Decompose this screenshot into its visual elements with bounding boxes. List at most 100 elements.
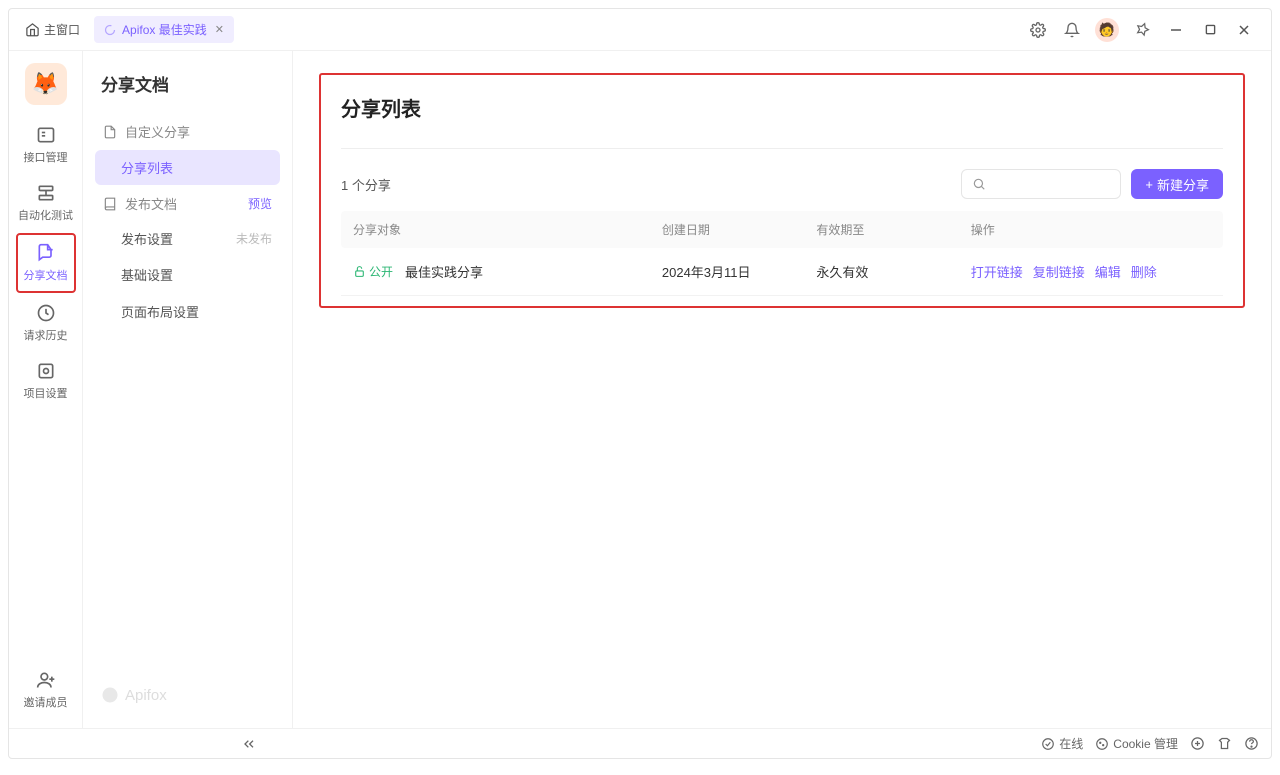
rail-label: 请求历史 [24,327,68,343]
sidebar-item-basic-settings[interactable]: 基础设置 [95,257,280,292]
project-logo[interactable]: 🦊 [25,63,67,105]
share-table: 分享对象 创建日期 有效期至 操作 公开 [341,211,1223,296]
th-operations: 操作 [971,221,1211,238]
rail-invite-members[interactable]: 邀请成员 [16,662,76,718]
cookie-icon [1095,737,1109,751]
preview-link[interactable]: 预览 [248,195,272,212]
project-settings-icon [36,361,56,381]
share-name: 最佳实践分享 [405,262,483,281]
minimize-button[interactable] [1165,19,1187,41]
main-content: 分享列表 1 个分享 + 新建分享 [293,51,1271,728]
help-icon[interactable] [1244,736,1259,751]
sidebar-item-share-list[interactable]: 分享列表 [95,150,280,185]
shirt-icon[interactable] [1217,736,1232,751]
book-icon [103,197,117,211]
titlebar-left: 主窗口 Apifox 最佳实践 ✕ [17,16,234,43]
home-label: 主窗口 [44,21,80,38]
api-icon [36,125,56,145]
left-rail: 🦊 接口管理 自动化测试 分享文档 [9,51,83,728]
toolbar-actions: + 新建分享 [961,169,1223,199]
statusbar-left [241,736,257,752]
invite-icon [36,670,56,690]
history-icon [36,303,56,323]
status-cookie-mgmt[interactable]: Cookie 管理 [1095,735,1178,752]
share-docs-icon [36,243,56,263]
titlebar-right: 🧑 [1027,18,1263,42]
tab-apifox-best-practice[interactable]: Apifox 最佳实践 ✕ [94,16,234,43]
sidebar-group-publish-docs[interactable]: 发布文档 预览 [95,186,280,221]
collapse-icon[interactable] [241,736,257,752]
new-share-button[interactable]: + 新建分享 [1131,169,1223,199]
online-label: 在线 [1059,735,1083,752]
maximize-button[interactable] [1199,19,1221,41]
brand-footer: Apifox [95,678,280,712]
group-label: 自定义分享 [125,122,190,141]
rail-api-management[interactable]: 接口管理 [16,117,76,173]
search-input[interactable] [961,169,1121,199]
sidebar-item-page-layout[interactable]: 页面布局设置 [95,294,280,329]
cell-operations: 打开链接 复制链接 编辑 删除 [971,262,1211,281]
table-header: 分享对象 创建日期 有效期至 操作 [341,211,1223,248]
tab-close-icon[interactable]: ✕ [213,23,226,36]
sidebar-title: 分享文档 [95,67,280,114]
check-icon [1041,737,1055,751]
open-link-button[interactable]: 打开链接 [971,262,1023,281]
brand-icon [101,686,119,704]
tab-label: Apifox 最佳实践 [122,21,207,38]
new-btn-label: 新建分享 [1157,175,1209,194]
th-target: 分享对象 [353,221,662,238]
brand-label: Apifox [125,687,167,704]
add-icon[interactable] [1190,736,1205,751]
search-icon [972,177,986,191]
table-row: 公开 最佳实践分享 2024年3月11日 永久有效 打开链接 复制链接 编辑 删… [341,248,1223,296]
status-online[interactable]: 在线 [1041,735,1083,752]
statusbar: 在线 Cookie 管理 [9,728,1271,758]
pin-icon[interactable] [1131,19,1153,41]
edit-button[interactable]: 编辑 [1095,262,1121,281]
home-icon [25,22,40,37]
statusbar-right: 在线 Cookie 管理 [1041,735,1259,752]
rail-label: 接口管理 [24,149,68,165]
unlock-icon [353,265,366,278]
rail-label: 邀请成员 [24,694,68,710]
sidebar: 分享文档 自定义分享 分享列表 发布文档 预览 [83,51,293,728]
cell-valid-until: 永久有效 [816,262,970,281]
share-count: 1 个分享 [341,175,391,194]
visibility-text: 公开 [369,263,393,280]
copy-link-button[interactable]: 复制链接 [1033,262,1085,281]
titlebar: 主窗口 Apifox 最佳实践 ✕ 🧑 [9,9,1271,51]
rail-request-history[interactable]: 请求历史 [16,295,76,351]
avatar[interactable]: 🧑 [1095,18,1119,42]
bell-icon[interactable] [1061,19,1083,41]
th-valid-until: 有效期至 [816,221,970,238]
delete-button[interactable]: 删除 [1131,262,1157,281]
th-created: 创建日期 [662,221,816,238]
sidebar-group-custom-share[interactable]: 自定义分享 [95,114,280,149]
visibility-badge: 公开 [353,263,393,280]
plus-icon: + [1145,177,1153,192]
cell-target: 公开 最佳实践分享 [353,262,662,281]
page-title: 分享列表 [341,93,1223,149]
document-icon [103,125,117,139]
rail-automation-test[interactable]: 自动化测试 [16,175,76,231]
highlight-region: 分享列表 1 个分享 + 新建分享 [319,73,1245,308]
cell-created: 2024年3月11日 [662,262,816,281]
settings-icon[interactable] [1027,19,1049,41]
rail-project-settings[interactable]: 项目设置 [16,353,76,409]
rail-label: 项目设置 [24,385,68,401]
group-label: 发布文档 [125,194,177,213]
sidebar-item-publish-settings[interactable]: 发布设置 未发布 [95,221,280,256]
item-label: 发布设置 [121,229,173,248]
rail-label: 分享文档 [24,267,68,283]
rail-label: 自动化测试 [18,207,73,223]
cookie-label: Cookie 管理 [1113,735,1178,752]
tab-loading-icon [104,24,116,36]
toolbar: 1 个分享 + 新建分享 [341,169,1223,199]
close-button[interactable] [1233,19,1255,41]
rail-share-docs[interactable]: 分享文档 [16,233,76,293]
unpublished-status: 未发布 [236,230,272,247]
body: 🦊 接口管理 自动化测试 分享文档 [9,51,1271,728]
automation-icon [36,183,56,203]
home-button[interactable]: 主窗口 [17,17,88,42]
app-window: 主窗口 Apifox 最佳实践 ✕ 🧑 [8,8,1272,759]
